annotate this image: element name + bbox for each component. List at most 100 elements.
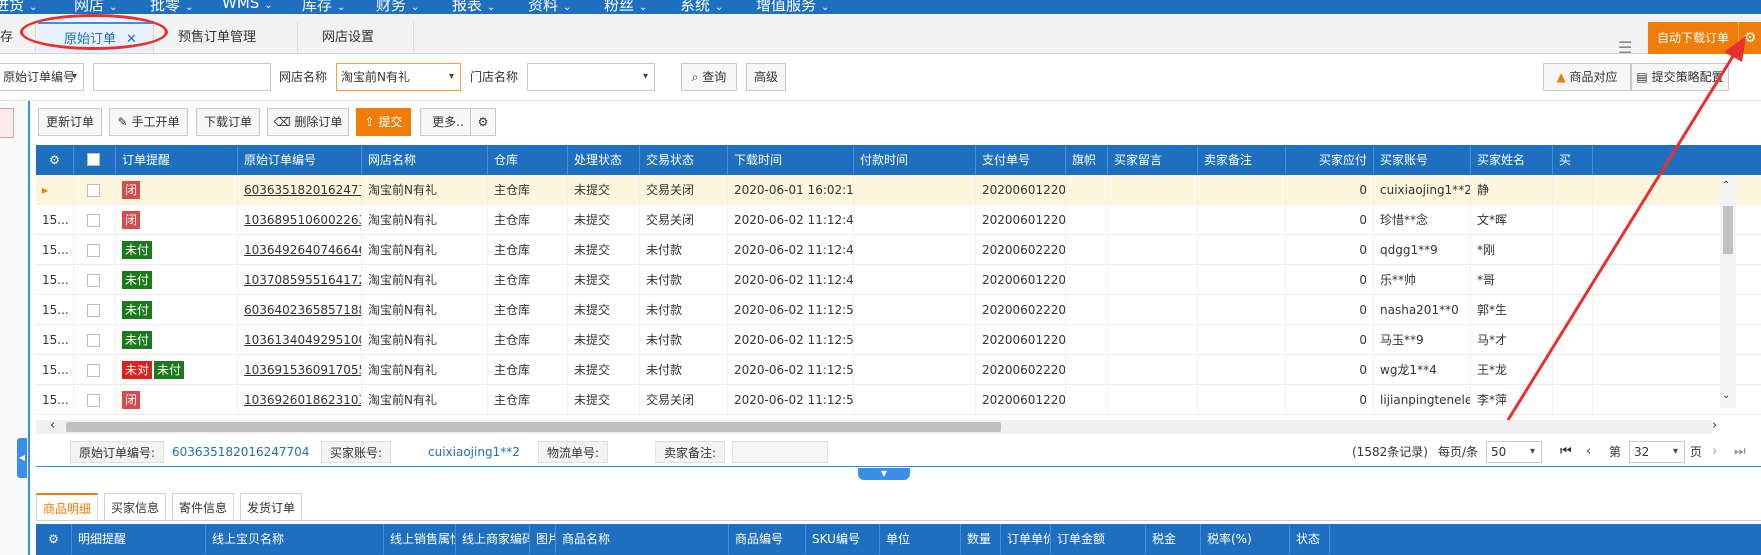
detail-column-header[interactable]: 单位 <box>880 524 961 554</box>
horizontal-scrollbar[interactable]: ‹ › <box>36 418 1717 434</box>
table-cell[interactable]: 1036926018623103146 <box>238 385 362 415</box>
download-orders-button[interactable]: 下载订单 <box>196 108 260 136</box>
detail-column-header[interactable]: 图片 <box>530 524 556 554</box>
auto-download-button[interactable]: 自动下载订单 <box>1648 22 1738 54</box>
row-checkbox[interactable] <box>87 334 100 347</box>
order-number-link[interactable]: 1036134049295100872 <box>244 333 361 347</box>
select-all-checkbox[interactable] <box>74 145 116 175</box>
search-input[interactable] <box>93 63 271 91</box>
table-cell[interactable]: 1037085955164172593 <box>238 265 362 295</box>
column-header[interactable]: 处理状态 <box>568 145 640 175</box>
table-row[interactable]: 15... 未付 603640236585718805 淘宝前N有礼 主仓库 未提交 未付款… <box>36 295 1761 325</box>
table-cell[interactable]: 1036895106002263459 <box>238 205 362 235</box>
detail-column-header[interactable]: 商品编号 <box>729 524 806 554</box>
detail-column-header[interactable]: SKU编号 <box>806 524 880 554</box>
table-row[interactable]: 15... 未对未付 1036915360917055491 淘宝前N有礼 主仓库 未提交… <box>36 355 1761 385</box>
nav-item[interactable]: 进货 ⌄ <box>0 0 37 15</box>
row-checkbox[interactable] <box>87 364 100 377</box>
row-checkbox[interactable] <box>87 274 100 287</box>
column-header[interactable]: 下载时间 <box>728 145 854 175</box>
tab-shipping-info[interactable]: 寄件信息 <box>172 493 235 521</box>
nav-item[interactable]: 网店 ⌄ <box>74 0 117 15</box>
table-row[interactable]: 15... 闭 1036895106002263459 淘宝前N有礼 主仓库 未提交 交易关… <box>36 205 1761 235</box>
order-number-link[interactable]: 1036895106002263459 <box>244 213 361 227</box>
column-header[interactable]: 买家留言 <box>1108 145 1198 175</box>
table-row[interactable]: 15... 未付 1036492640746646134 淘宝前N有礼 主仓库 未提交 未付… <box>36 235 1761 265</box>
update-orders-button[interactable]: 更新订单 <box>38 108 102 136</box>
chevron-right-icon[interactable]: › <box>1712 418 1717 433</box>
more-button[interactable]: 更多.. <box>420 108 476 136</box>
row-checkbox[interactable] <box>87 304 100 317</box>
table-row[interactable]: 15... 闭 1036926018623103146 淘宝前N有礼 主仓库 未提交 交易关… <box>36 385 1761 415</box>
gear-icon[interactable]: ⚙ <box>470 108 496 136</box>
first-page-icon[interactable]: ⏮ <box>1560 441 1572 463</box>
table-cell[interactable]: 603635182016247704 <box>238 175 362 205</box>
column-header[interactable]: 卖家备注 <box>1198 145 1286 175</box>
row-checkbox[interactable] <box>87 244 100 257</box>
horizontal-scrollbar-thumb[interactable] <box>66 422 1001 432</box>
per-page-select[interactable]: 50 ▾ <box>1486 441 1542 463</box>
order-number-link[interactable]: 1036926018623103146 <box>244 393 361 407</box>
tab-buyer-info[interactable]: 买家信息 <box>104 493 167 521</box>
gear-icon[interactable]: ⚙ <box>36 524 72 554</box>
next-page-icon[interactable]: › <box>1712 441 1717 463</box>
column-header[interactable]: 原始订单编号 <box>238 145 362 175</box>
goods-match-button[interactable]: ▲ 商品对应 <box>1543 63 1631 91</box>
column-header[interactable]: 买家应付 <box>1286 145 1374 175</box>
row-checkbox[interactable] <box>87 394 100 407</box>
detail-column-header[interactable]: 订单金额 <box>1051 524 1146 554</box>
manual-order-button[interactable]: ✎ 手工开单 <box>109 108 188 136</box>
detail-column-header[interactable]: 线上销售属性 <box>384 524 456 554</box>
chevron-up-icon[interactable]: ⌃ <box>1722 180 1730 191</box>
submit-button[interactable]: ⇪ 提交 <box>356 108 411 136</box>
column-header[interactable]: 买 <box>1553 145 1593 175</box>
vertical-scrollbar-thumb[interactable] <box>1723 206 1733 254</box>
row-checkbox[interactable] <box>87 184 100 197</box>
left-panel-tab[interactable] <box>0 108 14 138</box>
table-row[interactable]: ▸ 闭 603635182016247704 淘宝前N有礼 主仓库 未提交 交易关闭 2020… <box>36 175 1761 205</box>
table-cell[interactable]: 1036134049295100872 <box>238 325 362 355</box>
row-checkbox[interactable] <box>87 214 100 227</box>
nav-item[interactable]: WMS ⌄ <box>222 0 273 12</box>
column-header[interactable]: 仓库 <box>488 145 568 175</box>
nav-item[interactable]: 批零 ⌄ <box>150 0 193 15</box>
column-header[interactable]: 付款时间 <box>854 145 976 175</box>
prev-page-icon[interactable]: ‹ <box>1586 441 1591 463</box>
tab-delivery-orders[interactable]: 发货订单 <box>240 493 303 521</box>
detail-column-header[interactable]: 税金 <box>1146 524 1201 554</box>
chevron-left-icon[interactable]: ‹ <box>50 418 55 433</box>
collapse-left-handle[interactable]: ◀ <box>17 438 27 478</box>
table-cell[interactable]: 603640236585718805 <box>238 295 362 325</box>
tab-presale-orders[interactable]: 预售订单管理 <box>156 22 298 53</box>
nav-item[interactable]: 系统 ⌄ <box>680 0 723 15</box>
nav-item[interactable]: 报表 ⌄ <box>452 0 495 15</box>
column-header[interactable]: 支付单号 <box>976 145 1066 175</box>
query-button[interactable]: ⌕ 查询 <box>681 63 737 91</box>
gear-icon[interactable]: ⚙ <box>36 145 74 175</box>
nav-item[interactable]: 财务 ⌄ <box>376 0 419 15</box>
table-cell[interactable]: 1036492640746646134 <box>238 235 362 265</box>
table-cell[interactable]: 1036915360917055491 <box>238 355 362 385</box>
detail-column-header[interactable]: 商品名称 <box>556 524 729 554</box>
submit-strategy-button[interactable]: ▤ 提交策略配置 <box>1631 63 1729 91</box>
collapse-down-handle[interactable]: ▼ <box>858 468 910 480</box>
detail-column-header[interactable]: 订单单价 <box>1001 524 1051 554</box>
nav-item[interactable]: 库存 ⌄ <box>302 0 345 15</box>
detail-column-header[interactable]: 状态 <box>1290 524 1330 554</box>
delete-orders-button[interactable]: ⌫ 删除订单 <box>267 108 349 136</box>
gear-icon[interactable]: ⚙ <box>1738 22 1761 54</box>
search-field-select[interactable]: 原始订单编号 ▾ <box>0 63 84 91</box>
nav-item[interactable]: 资料 ⌄ <box>528 0 571 15</box>
vertical-scrollbar[interactable]: ⌃ ⌄ <box>1720 176 1736 408</box>
table-row[interactable]: 15... 未付 1037085955164172593 淘宝前N有礼 主仓库 未提交 未付… <box>36 265 1761 295</box>
column-header[interactable]: 订单提醒 <box>116 145 238 175</box>
order-number-link[interactable]: 603635182016247704 <box>244 183 361 197</box>
detail-column-header[interactable]: 数量 <box>961 524 1001 554</box>
column-header[interactable]: 交易状态 <box>640 145 728 175</box>
last-page-icon[interactable]: ⏭ <box>1734 441 1746 463</box>
column-header[interactable]: 旗帜 <box>1066 145 1108 175</box>
order-number-link[interactable]: 1036915360917055491 <box>244 363 361 377</box>
order-number-link[interactable]: 603640236585718805 <box>244 303 361 317</box>
table-row[interactable]: 15... 未付 1036134049295100872 淘宝前N有礼 主仓库 未提交 未付… <box>36 325 1761 355</box>
chevron-down-icon[interactable]: ⌄ <box>1722 390 1730 401</box>
